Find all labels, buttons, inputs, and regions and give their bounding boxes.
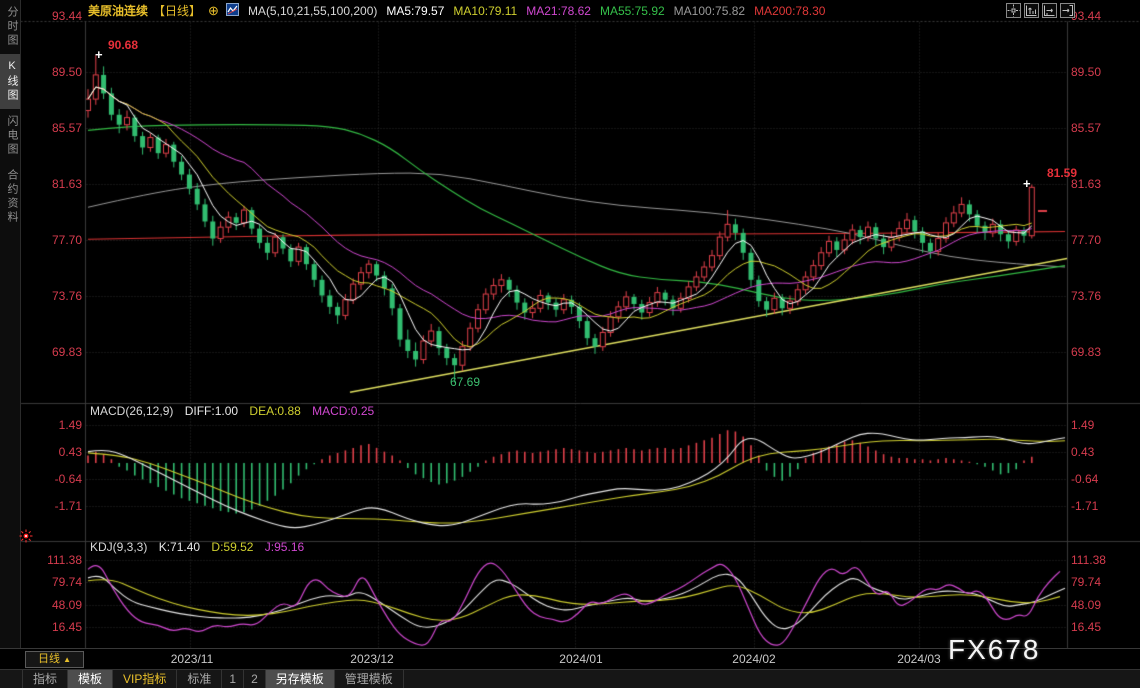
- axis-price-label: 79.74: [51, 575, 82, 590]
- axis-price-label: -0.64: [1071, 472, 1099, 487]
- macd-name: MACD(26,12,9): [90, 404, 174, 418]
- symbol-name: 美原油连续: [88, 4, 149, 18]
- ma-settings-label: MA(5,10,21,55,100,200): [247, 4, 378, 18]
- ma10-value: MA10:79.11: [453, 4, 518, 18]
- axis-price-label: 1.49: [1071, 418, 1095, 433]
- axis-price-label: 93.44: [1071, 9, 1102, 23]
- axis-price-label: 73.76: [1071, 289, 1102, 304]
- watermark-logo: FX678: [948, 634, 1041, 665]
- tab-indicators[interactable]: 指标: [22, 670, 69, 688]
- kdj-name: KDJ(9,3,3): [90, 540, 148, 554]
- axis-price-label: 69.83: [1071, 344, 1102, 359]
- ma100-value: MA100:75.82: [673, 4, 746, 18]
- axis-price-label: 77.70: [1071, 232, 1102, 247]
- left-sidebar: 分时图 K线图 闪电图 合约资料: [0, 0, 21, 648]
- axis-price-label: 16.45: [51, 620, 82, 635]
- axis-price-label: 77.70: [51, 232, 82, 247]
- chart-tool-icons: [1006, 3, 1075, 18]
- date-tick: 2023/12: [350, 652, 394, 666]
- axis-scale-up-icon[interactable]: [1024, 3, 1039, 18]
- axis-price-label: 93.44: [51, 9, 82, 23]
- date-tick: 2024/02: [732, 652, 776, 666]
- kdj-header[interactable]: KDJ(9,3,3) K:71.40 D:59.52 J:95.16: [90, 540, 312, 554]
- date-tick: 2024/03: [897, 652, 941, 666]
- axis-price-label: 89.50: [1071, 65, 1102, 80]
- axis-price-label: -1.71: [1071, 499, 1099, 514]
- scroll-right-icon[interactable]: [1042, 3, 1057, 18]
- add-indicator-icon[interactable]: ⊕: [208, 3, 219, 19]
- ma55-value: MA55:75.92: [599, 4, 665, 18]
- macd-hist-value: MACD:0.25: [312, 404, 375, 418]
- axis-price-label: 89.50: [51, 65, 82, 80]
- axis-price-label: 111.38: [47, 552, 82, 567]
- macd-diff-value: DIFF:1.00: [184, 404, 239, 418]
- tab-manage-templates[interactable]: 管理模板: [335, 670, 404, 688]
- kdj-k-value: K:71.40: [158, 540, 201, 554]
- axis-price-label: 48.09: [1071, 597, 1102, 612]
- ma21-value: MA21:78.62: [526, 4, 591, 18]
- axis-price-label: 69.83: [51, 344, 82, 359]
- alert-flash-icon: [19, 529, 33, 548]
- detach-window-icon[interactable]: [1060, 3, 1075, 18]
- crosshair-tool-icon[interactable]: [1006, 3, 1021, 18]
- period-selector[interactable]: 日线 ▲: [25, 651, 84, 668]
- date-tick: 2024/01: [559, 652, 603, 666]
- tab-vip-indicators[interactable]: VIP指标: [113, 670, 178, 688]
- candlestick-chart-canvas[interactable]: [0, 0, 1140, 688]
- axis-price-label: 81.63: [51, 177, 82, 192]
- sidebar-item-contract-info[interactable]: 合约资料: [0, 163, 20, 231]
- axis-price-label: 85.57: [51, 120, 82, 135]
- macd-dea-value: DEA:0.88: [249, 404, 301, 418]
- chart-header: 美原油连续 【日线】 ⊕ MA(5,10,21,55,100,200) MA5:…: [88, 2, 826, 20]
- tab-slot-1[interactable]: 1: [222, 670, 245, 688]
- axis-price-label: 0.43: [58, 445, 82, 460]
- last-price-label: 81.59: [1047, 166, 1078, 180]
- low-price-label: 67.69: [450, 375, 481, 389]
- kdj-d-value: D:59.52: [211, 540, 254, 554]
- axis-price-label: 0.43: [1071, 445, 1095, 460]
- macd-header[interactable]: MACD(26,12,9) DIFF:1.00 DEA:0.88 MACD:0.…: [90, 404, 382, 418]
- sidebar-item-timeshare-chart[interactable]: 分时图: [0, 0, 20, 54]
- tab-templates[interactable]: 模板: [68, 670, 114, 688]
- axis-price-label: 1.49: [58, 418, 82, 433]
- bottom-toolbar: 指标 模板 VIP指标 标准 1 2 另存模板 管理模板: [0, 669, 1140, 688]
- arrow-up-icon: ▲: [63, 655, 71, 664]
- tab-standard[interactable]: 标准: [177, 670, 223, 688]
- axis-price-label: 85.57: [1071, 120, 1102, 135]
- ma5-value: MA5:79.57: [386, 4, 445, 18]
- axis-price-label: 79.74: [1071, 575, 1102, 590]
- last-cross-marker: +: [1023, 176, 1031, 191]
- axis-price-label: -0.64: [54, 472, 82, 487]
- sidebar-item-lightning-chart[interactable]: 闪电图: [0, 109, 20, 163]
- period-tag[interactable]: 【日线】: [153, 3, 201, 19]
- mini-chart-icon[interactable]: [225, 2, 239, 20]
- axis-price-label: 48.09: [51, 597, 82, 612]
- kdj-j-value: J:95.16: [264, 540, 305, 554]
- axis-price-label: -1.71: [54, 499, 82, 514]
- tab-slot-2[interactable]: 2: [244, 670, 266, 688]
- tab-save-template[interactable]: 另存模板: [265, 670, 335, 688]
- axis-price-label: 111.38: [1071, 552, 1106, 567]
- ma200-value: MA200:78.30: [754, 4, 826, 18]
- high-cross-marker: +: [95, 47, 103, 62]
- axis-price-label: 73.76: [51, 289, 82, 304]
- charting-app-window: 分时图 K线图 闪电图 合约资料 美原油连续 【日线】 ⊕ MA(5,10,21…: [0, 0, 1140, 688]
- date-tick: 2023/11: [170, 652, 214, 666]
- axis-price-label: 81.63: [1071, 177, 1102, 192]
- axis-price-label: 16.45: [1071, 620, 1102, 635]
- high-price-label: 90.68: [108, 38, 139, 52]
- sidebar-item-kline-chart[interactable]: K线图: [0, 54, 20, 109]
